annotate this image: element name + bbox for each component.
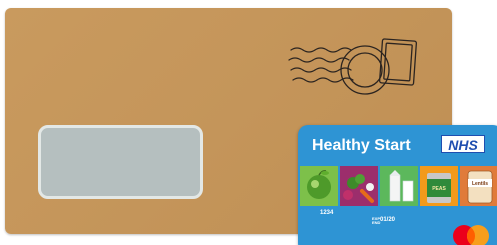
food-illustration-strip: PEAS Lentils <box>300 166 497 206</box>
nhs-logo: NHS <box>441 135 485 153</box>
peas-label: PEAS <box>432 186 446 192</box>
mastercard-icon <box>453 225 489 245</box>
lentils-label: Lentils <box>472 181 488 187</box>
envelope-address-window <box>38 125 203 199</box>
healthy-start-card: Healthy Start NHS PEAS Lentils 1234 EXP … <box>298 125 497 245</box>
scene: Healthy Start NHS PEAS Lentils 1234 EXP … <box>0 0 497 245</box>
lentils-jar-icon: Lentils <box>460 166 497 206</box>
card-number: 1234 <box>320 210 334 216</box>
card-title: Healthy Start <box>312 137 411 154</box>
tin-of-peas-icon: PEAS <box>420 166 458 206</box>
card-expiry: 01/20 <box>380 217 396 223</box>
postmark-stamp-icon <box>288 38 418 95</box>
vegetables-icon <box>340 166 378 206</box>
apple-icon <box>300 166 338 206</box>
milk-icon <box>380 166 418 206</box>
